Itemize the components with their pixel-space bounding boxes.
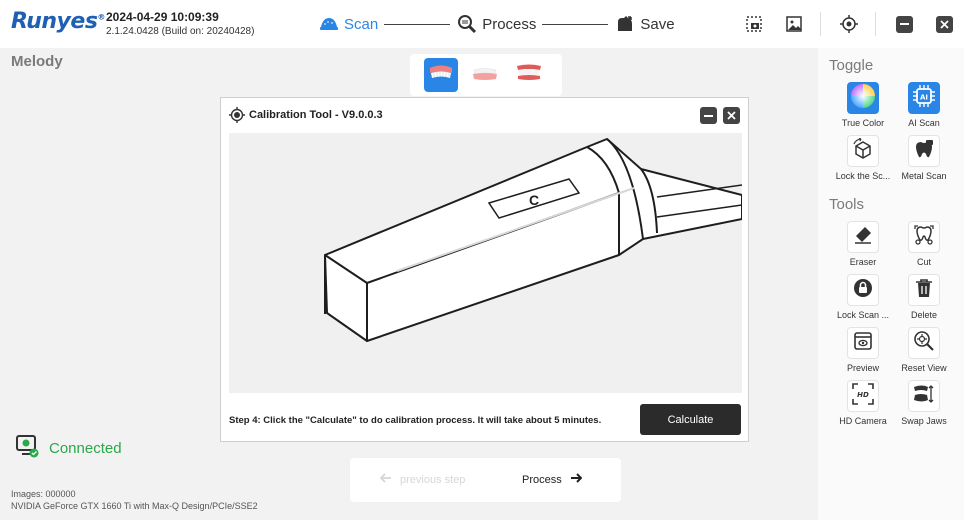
ai-scan-toggle[interactable]: AI AI Scan — [894, 82, 954, 128]
lower-jaw-icon — [471, 64, 499, 87]
save-icon — [614, 13, 636, 35]
ai-scan-icon: AI — [913, 84, 935, 112]
reset-view-icon — [913, 330, 935, 357]
step-navigation: previous step Process — [350, 458, 621, 502]
swap-jaws-icon — [912, 383, 936, 410]
swap-jaws-tool[interactable]: Swap Jaws — [894, 380, 954, 426]
top-toolbar — [726, 12, 956, 36]
dialog-minimize-button[interactable] — [700, 107, 717, 124]
delete-icon — [915, 278, 933, 303]
separator — [820, 12, 821, 36]
target-icon[interactable] — [837, 12, 861, 36]
true-color-toggle[interactable]: True Color — [833, 82, 893, 128]
upper-jaw-button[interactable] — [424, 58, 458, 92]
dialog-close-button[interactable] — [723, 107, 740, 124]
upper-jaw-icon — [428, 64, 454, 87]
step-connector — [542, 23, 609, 25]
hd-camera-tool[interactable]: HD HD Camera — [833, 380, 893, 426]
separator — [875, 12, 876, 36]
lock-scan-cube-icon — [852, 137, 874, 165]
hd-camera-label: HD Camera — [839, 416, 887, 426]
screenshot-icon[interactable] — [742, 12, 766, 36]
delete-label: Delete — [910, 310, 937, 320]
close-icon[interactable] — [932, 12, 956, 36]
gpu-info: NVIDIA GeForce GTX 1660 Ti with Max-Q De… — [11, 501, 258, 511]
bite-jaw-button[interactable] — [512, 58, 546, 92]
scan-icon — [318, 13, 340, 35]
svg-text:AI: AI — [920, 93, 928, 101]
previous-step-button[interactable]: previous step — [379, 473, 466, 486]
lock-the-scan-label: Lock the Sc... — [835, 171, 891, 181]
hd-camera-icon: HD — [852, 382, 874, 410]
calculate-button[interactable]: Calculate — [640, 404, 741, 435]
cut-icon — [913, 224, 935, 251]
top-bar: Runyes® 2024-04-29 10:09:39 2.1.24.0428 … — [0, 0, 964, 48]
eraser-tool[interactable]: Eraser — [833, 221, 893, 267]
step-save-label: Save — [640, 15, 675, 33]
cut-tool[interactable]: Cut — [894, 221, 954, 267]
swap-jaws-label: Swap Jaws — [901, 416, 947, 426]
metal-scan-icon — [913, 138, 935, 165]
step-save[interactable]: Save — [614, 13, 675, 35]
scanner-illustration: C — [229, 133, 742, 393]
arrow-right-icon — [570, 473, 583, 486]
lower-jaw-button[interactable] — [468, 58, 502, 92]
lock-scan-label: Lock Scan ... — [836, 310, 890, 320]
svg-text:HD: HD — [857, 391, 869, 399]
preview-label: Preview — [846, 363, 879, 373]
delete-tool[interactable]: Delete — [894, 274, 954, 320]
step-connector — [384, 23, 451, 25]
images-count: Images: 000000 — [11, 489, 76, 499]
scanner-connected-icon — [15, 434, 39, 463]
device-label: C — [529, 192, 539, 208]
eraser-label: Eraser — [849, 257, 877, 267]
jaw-selector — [410, 54, 562, 96]
bite-jaw-icon — [515, 63, 543, 88]
true-color-icon — [850, 83, 876, 114]
calibration-dialog: Calibration Tool - V9.0.0.3 C Step 4: Cl — [220, 97, 749, 442]
metal-scan-toggle[interactable]: Metal Scan — [894, 135, 954, 181]
reset-view-tool[interactable]: Reset View — [894, 327, 954, 373]
build-info: 2.1.24.0428 (Build on: 20240428) — [106, 26, 255, 37]
metal-scan-label: Metal Scan — [901, 171, 947, 181]
reset-view-label: Reset View — [901, 363, 947, 373]
next-process-label: Process — [522, 473, 562, 486]
dialog-title: Calibration Tool - V9.0.0.3 — [249, 109, 383, 121]
toggle-section-title: Toggle — [829, 57, 874, 74]
lock-the-scan-toggle[interactable]: Lock the Sc... — [833, 135, 893, 181]
tools-section-title: Tools — [829, 196, 865, 213]
workflow-steps: Scan Process Save — [318, 12, 675, 36]
preview-tool[interactable]: Preview — [833, 327, 893, 373]
runyes-logo: Runyes® — [11, 9, 105, 34]
connection-status: Connected — [15, 434, 122, 463]
next-process-button[interactable]: Process — [522, 473, 583, 486]
previous-step-label: previous step — [400, 473, 466, 486]
minimize-icon[interactable] — [892, 12, 916, 36]
lock-scan-tool[interactable]: Lock Scan ... — [833, 274, 893, 320]
step-process[interactable]: Process — [456, 13, 536, 35]
lock-scan-icon — [853, 278, 873, 303]
eraser-icon — [853, 225, 873, 250]
connected-label: Connected — [49, 440, 122, 457]
datetime: 2024-04-29 10:09:39 — [106, 10, 219, 24]
calibration-icon — [229, 107, 245, 123]
step-scan-label: Scan — [344, 15, 379, 33]
cut-label: Cut — [916, 257, 931, 267]
ai-scan-label: AI Scan — [908, 118, 940, 128]
true-color-label: True Color — [841, 118, 885, 128]
patient-name: Melody — [11, 53, 63, 70]
step-scan[interactable]: Scan — [318, 13, 378, 35]
step-process-label: Process — [482, 15, 537, 33]
gallery-icon[interactable] — [782, 12, 806, 36]
right-panel: Toggle True Color AI AI Scan Lock the Sc… — [818, 48, 964, 520]
calibration-instruction: Step 4: Click the "Calculate" to do cali… — [229, 415, 602, 426]
process-icon — [456, 13, 478, 35]
arrow-left-icon — [379, 473, 392, 486]
preview-icon — [853, 331, 873, 356]
